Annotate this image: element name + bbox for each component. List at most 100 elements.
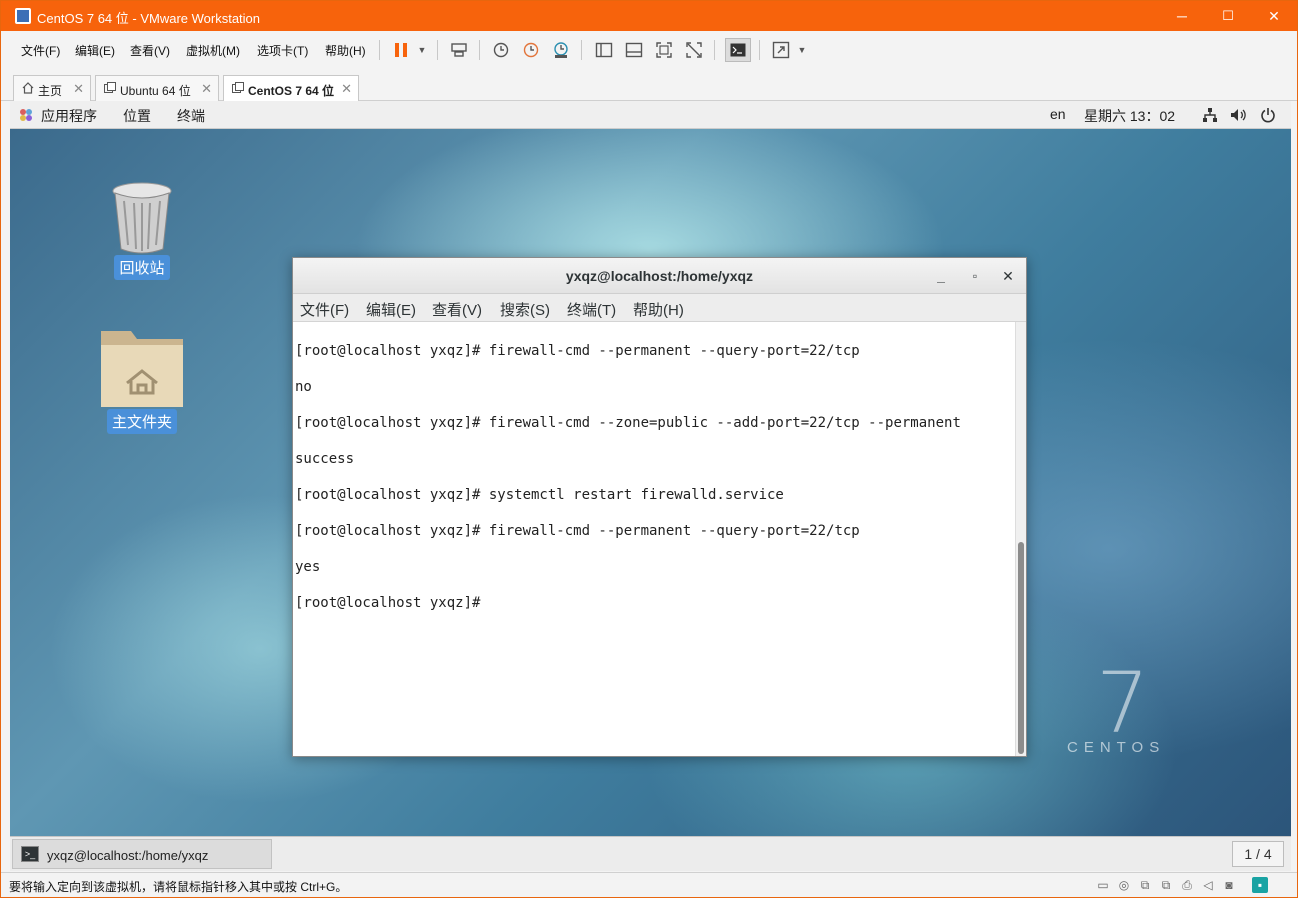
applications-menu[interactable]: 应用程序 [41,106,97,126]
terminal-menu-file[interactable]: 文件(F) [300,299,349,320]
clock[interactable]: 星期六 13：02 [1084,106,1175,126]
desktop[interactable]: 回收站 主文件夹 7 CENTOS yxqz@localhost:/home/y… [10,129,1291,836]
gnome-bottom-bar: >_ yxqz@localhost:/home/yxqz 1 / 4 [10,836,1291,871]
terminal-line: yes [295,559,321,575]
desktop-icon-home-folder[interactable]: 主文件夹 [96,327,188,434]
taskbar-item-label: yxqz@localhost:/home/yxqz [47,848,209,863]
vm-tab-bar: 主页 ✕ Ubuntu 64 位 ✕ CentOS 7 64 位 ✕ [1,69,1297,102]
printer-icon[interactable]: ⎙ [1179,877,1195,893]
terminal-titlebar[interactable]: yxqz@localhost:/home/yxqz _ ▫ ✕ [293,258,1026,294]
menu-edit[interactable]: 编辑(E) [75,42,115,59]
volume-icon[interactable] [1230,107,1248,126]
snapshot-icon[interactable] [489,39,513,61]
dropdown-arrow-icon[interactable]: ▼ [410,39,434,61]
terminal-menu-search[interactable]: 搜索(S) [500,299,550,320]
desktop-icon-label: 回收站 [114,255,170,280]
scrollbar-thumb[interactable] [1018,542,1024,754]
console-view-icon[interactable] [725,38,751,62]
terminal-line: [root@localhost yxqz]# firewall-cmd --pe… [295,343,860,359]
desktop-icon-label: 主文件夹 [106,409,177,434]
vmware-app-icon [15,8,31,24]
menu-vm[interactable]: 虚拟机(M) [186,42,240,59]
power-icon[interactable] [1260,107,1276,126]
snapshot-manager-icon[interactable] [549,39,573,61]
terminal-window[interactable]: yxqz@localhost:/home/yxqz _ ▫ ✕ 文件(F) 编辑… [292,257,1027,757]
network-adapter-icon[interactable]: ⧉ [1137,877,1153,893]
vmware-window: CentOS 7 64 位 - VMware Workstation ─ ☐ ✕… [0,0,1298,898]
minimize-button[interactable]: ─ [1159,1,1205,31]
terminal-menu-help[interactable]: 帮助(H) [633,299,684,320]
centos-logo-text: CENTOS [1067,739,1166,756]
status-bar: 要将输入定向到该虚拟机，请将鼠标指针移入其中或按 Ctrl+G。 ▭ ◎ ⧉ ⧉… [1,872,1297,897]
network-icon[interactable] [1202,107,1218,126]
places-menu[interactable]: 位置 [123,106,151,126]
toolbar-separator [379,40,380,60]
vm-display[interactable]: 应用程序 位置 终端 en 星期六 13：02 回收站 主文件夹 7 CENTO… [10,101,1291,871]
terminal-menubar: 文件(F) 编辑(E) 查看(V) 搜索(S) 终端(T) 帮助(H) [293,294,1026,322]
show-library-icon[interactable] [592,39,616,61]
terminal-menu-view[interactable]: 查看(V) [432,299,482,320]
workspace-switcher[interactable]: 1 / 4 [1232,841,1284,867]
toolbar-separator [714,40,715,60]
status-message: 要将输入定向到该虚拟机，请将鼠标指针移入其中或按 Ctrl+G。 [9,880,348,894]
terminal-maximize-button[interactable]: ▫ [965,266,985,286]
terminal-line: [root@localhost yxqz]# firewall-cmd --pe… [295,523,860,539]
revert-snapshot-icon[interactable] [519,39,543,61]
taskbar-item-terminal[interactable]: >_ yxqz@localhost:/home/yxqz [12,839,272,869]
hard-disk-icon[interactable]: ▭ [1095,877,1111,893]
terminal-line: [root@localhost yxqz]# systemctl restart… [295,487,784,503]
home-folder-icon [99,327,185,409]
tab-home[interactable]: 主页 ✕ [13,75,91,101]
menu-help[interactable]: 帮助(H) [325,42,366,59]
message-icon[interactable]: ▪ [1252,877,1268,893]
tab-ubuntu[interactable]: Ubuntu 64 位 ✕ [95,75,219,101]
network-adapter-icon[interactable]: ⧉ [1158,877,1174,893]
tab-label: 主页 [38,84,63,98]
tab-centos[interactable]: CentOS 7 64 位 ✕ [223,75,359,102]
terminal-minimize-button[interactable]: _ [931,266,951,286]
terminal-app-menu[interactable]: 终端 [177,106,205,126]
menu-view[interactable]: 查看(V) [130,42,170,59]
desktop-icon-trash[interactable]: 回收站 [102,181,182,280]
toolbar-separator [759,40,760,60]
sound-icon[interactable]: ◁ [1200,877,1216,893]
centos-logo-number: 7 [1096,654,1150,752]
trash-icon [112,181,172,255]
cd-dvd-icon[interactable]: ◎ [1116,877,1132,893]
terminal-close-button[interactable]: ✕ [998,266,1018,286]
terminal-title: yxqz@localhost:/home/yxqz [565,268,754,284]
thumbnail-bar-icon[interactable] [622,39,646,61]
close-button[interactable]: ✕ [1251,1,1297,31]
close-icon[interactable]: ✕ [341,81,352,97]
terminal-menu-terminal[interactable]: 终端(T) [567,299,616,320]
maximize-button[interactable]: ☐ [1205,1,1251,31]
window-title: CentOS 7 64 位 - VMware Workstation [37,11,261,26]
terminal-line: [root@localhost yxqz]# firewall-cmd --zo… [295,415,961,431]
terminal-line: no [295,379,312,395]
toolbar-separator [437,40,438,60]
fullscreen-icon[interactable] [652,39,676,61]
camera-icon[interactable]: ◙ [1221,877,1237,893]
terminal-menu-edit[interactable]: 编辑(E) [366,299,416,320]
home-icon [22,82,34,94]
gnome-top-bar: 应用程序 位置 终端 en 星期六 13：02 [10,101,1291,129]
terminal-output[interactable]: [root@localhost yxqz]# firewall-cmd --pe… [293,322,1015,756]
language-indicator[interactable]: en [1050,106,1066,122]
terminal-icon: >_ [21,846,39,862]
tab-label: Ubuntu 64 位 [120,84,191,98]
menu-file[interactable]: 文件(F) [21,42,60,59]
applications-menu-icon [18,107,34,123]
terminal-scrollbar[interactable] [1015,322,1026,756]
close-icon[interactable]: ✕ [201,81,212,97]
menu-tabs[interactable]: 选项卡(T) [257,42,308,59]
vm-icon [104,82,116,94]
tab-label: CentOS 7 64 位 [248,84,335,98]
toolbar-separator [479,40,480,60]
unity-icon[interactable] [682,39,706,61]
dropdown-arrow-icon[interactable]: ▼ [790,39,814,61]
toolbar-separator [581,40,582,60]
close-icon[interactable]: ✕ [73,81,84,97]
window-titlebar[interactable]: CentOS 7 64 位 - VMware Workstation ─ ☐ ✕ [1,1,1297,31]
send-ctrl-alt-del-icon[interactable] [447,39,471,61]
terminal-prompt-line[interactable]: [root@localhost yxqz]# [295,594,1015,612]
